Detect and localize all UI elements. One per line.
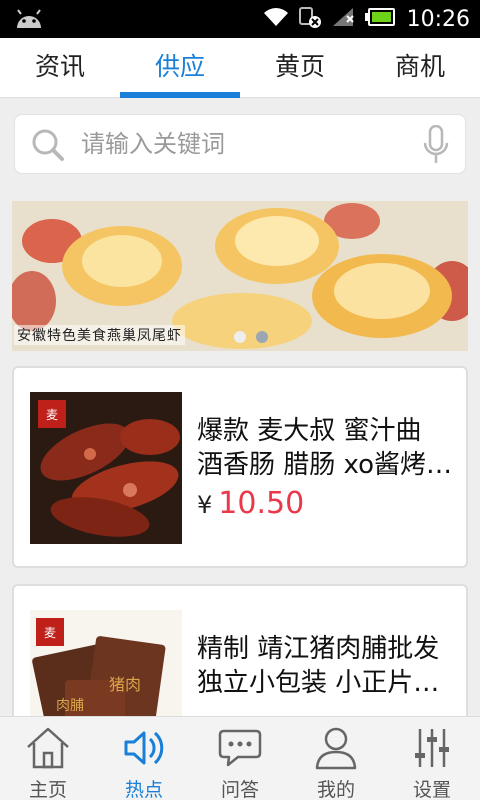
nav-label: 热点 [124, 779, 163, 800]
notification-off-icon [297, 5, 323, 33]
battery-icon [364, 8, 395, 30]
tab-yellow-pages[interactable]: 黄页 [240, 38, 360, 97]
product-title: 爆款 麦大叔 蜜汁曲 酒香肠 腊肠 xo酱烤… [197, 416, 453, 480]
price-value: 10.50 [218, 486, 305, 521]
home-icon [27, 727, 69, 769]
nav-label: 我的 [316, 779, 355, 800]
currency-symbol: ¥ [197, 491, 213, 519]
svg-text:猪肉: 猪肉 [109, 675, 141, 694]
product-price: ¥10.50 [197, 486, 304, 521]
microphone-icon[interactable] [423, 124, 449, 169]
product-thumbnail: 麦 [30, 392, 182, 544]
svg-text:麦: 麦 [44, 626, 56, 640]
person-icon [315, 727, 357, 770]
chat-icon [218, 729, 262, 767]
bottom-navigation: 主页 热点 问答 我的 设置 [0, 716, 480, 800]
nav-profile[interactable]: 我的 [288, 717, 384, 800]
tab-business-opportunities[interactable]: 商机 [360, 38, 480, 97]
wifi-icon [263, 7, 289, 31]
android-icon [14, 8, 44, 34]
svg-text:麦: 麦 [46, 408, 58, 422]
status-bar: 10:26 [0, 0, 480, 38]
hotspot-icon [124, 731, 164, 765]
carousel-dot[interactable] [256, 331, 268, 343]
search-input[interactable]: 请输入关键词 [81, 115, 225, 173]
search-icon [31, 128, 65, 166]
nav-label: 问答 [220, 779, 259, 800]
product-card[interactable]: 麦 爆款 麦大叔 蜜汁曲 酒香肠 腊肠 xo酱烤… ¥10.50 [12, 366, 468, 568]
product-title: 精制 靖江猪肉脯批发 独立小包装 小正片… [197, 634, 440, 698]
signal-icon [331, 6, 357, 32]
nav-label: 设置 [412, 779, 451, 800]
search-bar[interactable]: 请输入关键词 [14, 114, 466, 174]
carousel-dot-active[interactable] [234, 331, 246, 343]
nav-home[interactable]: 主页 [0, 717, 96, 800]
banner-caption: 安徽特色美食燕巢凤尾虾 [14, 325, 185, 345]
nav-qa[interactable]: 问答 [192, 717, 288, 800]
clock: 10:26 [406, 6, 470, 32]
nav-label: 主页 [28, 779, 67, 800]
tab-supply[interactable]: 供应 [120, 38, 240, 98]
nav-settings[interactable]: 设置 [384, 717, 480, 800]
nav-hotspot[interactable]: 热点 [96, 717, 192, 800]
settings-sliders-icon [415, 729, 449, 767]
tab-news[interactable]: 资讯 [0, 38, 120, 97]
category-tabs: 资讯 供应 黄页 商机 [0, 38, 480, 98]
svg-text:肉脯: 肉脯 [56, 698, 84, 714]
promo-banner[interactable]: 安徽特色美食燕巢凤尾虾 [12, 201, 468, 351]
